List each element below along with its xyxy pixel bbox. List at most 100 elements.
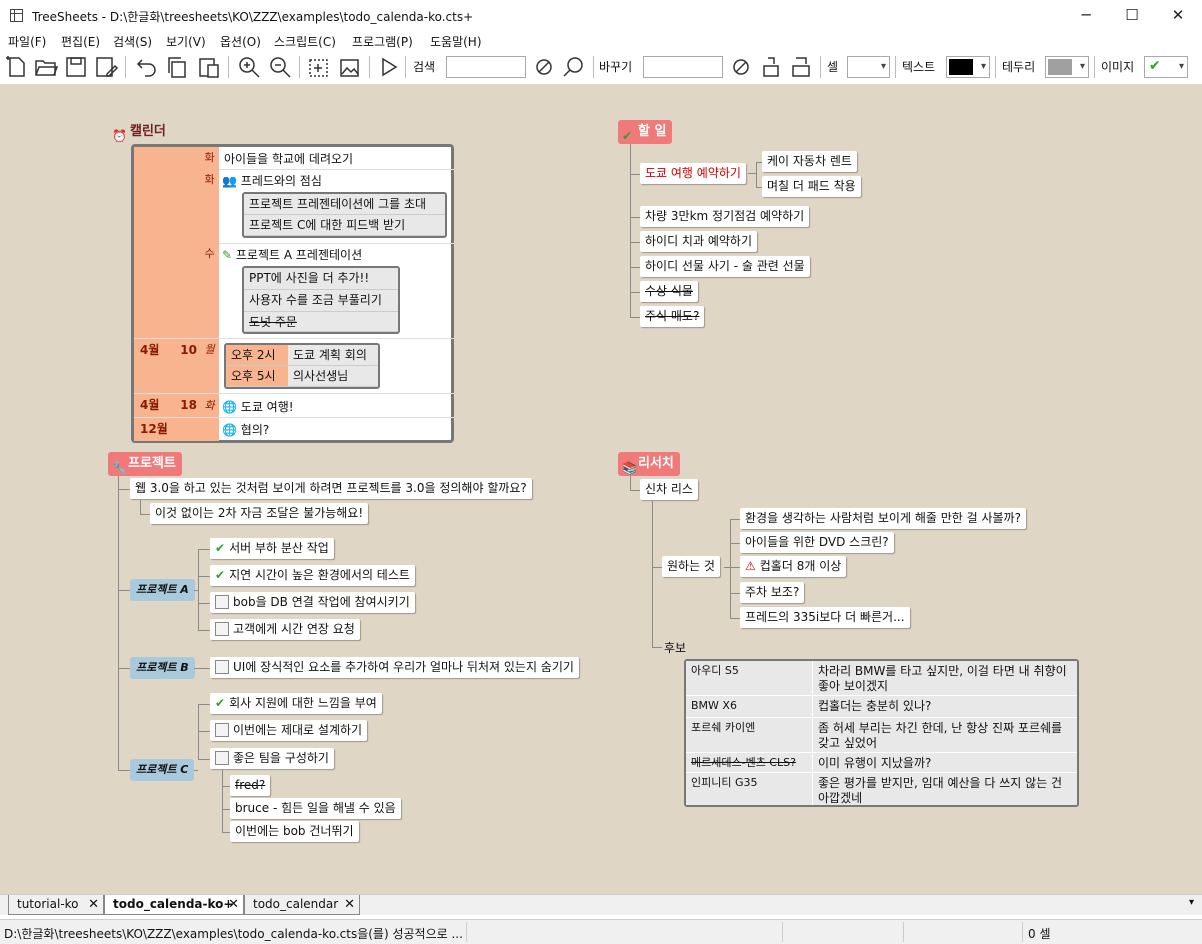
car-note[interactable]: 차라리 BMW를 타고 싶지만, 이걸 타면 내 취향이 좋아 보이겠지 bbox=[813, 661, 1077, 695]
menu-file[interactable]: 파일(F) bbox=[8, 33, 46, 50]
todo-subitem[interactable]: 케이 자동차 렌트 bbox=[762, 151, 857, 172]
todo-subitem[interactable]: 며칠 더 패드 착용 bbox=[762, 176, 861, 197]
menu-help[interactable]: 도움말(H) bbox=[430, 33, 482, 50]
team-candidate[interactable]: 이번에는 bob 건너뛰기 bbox=[230, 821, 359, 842]
search-input[interactable] bbox=[446, 56, 526, 78]
menu-program[interactable]: 프로그램(P) bbox=[352, 33, 413, 50]
candidates-label[interactable]: 후보 bbox=[664, 639, 686, 656]
want-item[interactable]: 주차 보조? bbox=[740, 582, 805, 603]
minimize-button[interactable]: ─ bbox=[1063, 0, 1109, 31]
todo-item[interactable]: 하이디 선물 사기 - 술 관련 선물 bbox=[640, 256, 810, 277]
checkbox-icon[interactable] bbox=[215, 595, 229, 609]
project-c-item[interactable]: 좋은 팀을 구성하기 bbox=[210, 748, 334, 769]
close-tab-icon[interactable]: ✕ bbox=[344, 895, 355, 914]
maximize-button[interactable]: ☐ bbox=[1109, 0, 1155, 31]
todo-item[interactable]: 차량 3만km 정기점검 예약하기 bbox=[640, 206, 810, 227]
paste-icon[interactable] bbox=[196, 54, 222, 80]
tab-list-chevron-icon[interactable]: ▾ bbox=[1189, 897, 1194, 908]
zoom-out-icon[interactable] bbox=[267, 54, 293, 80]
tab-todo-calendar[interactable]: todo_calendar ✕ bbox=[244, 895, 360, 915]
project-c-item[interactable]: ✔ 회사 지원에 대한 느낌을 부여 bbox=[210, 693, 382, 714]
team-candidate[interactable]: bruce - 힘든 일을 해낼 수 있음 bbox=[230, 798, 401, 819]
research-heading[interactable]: 📚 리서치 bbox=[618, 452, 680, 476]
cal-subitem[interactable]: 도넛 주문 bbox=[244, 312, 398, 332]
project-b-tag[interactable]: 프로젝트 B bbox=[130, 657, 195, 679]
car-candidates-grid[interactable]: 아우디 S5 차라리 BMW를 타고 싶지만, 이걸 타면 내 취향이 좋아 보… bbox=[684, 659, 1079, 807]
todo-item[interactable]: 주식 매도? bbox=[640, 306, 705, 327]
cal-subitem[interactable]: 사용자 수를 조금 부풀리기 bbox=[244, 290, 398, 312]
project-a-item[interactable]: ✔ 지연 시간이 높은 환경에서의 테스트 bbox=[210, 565, 415, 586]
wants-label[interactable]: 원하는 것 bbox=[662, 556, 720, 577]
checkbox-icon[interactable] bbox=[215, 660, 229, 674]
menu-search[interactable]: 검색(S) bbox=[113, 33, 152, 50]
replace-icon[interactable] bbox=[758, 54, 784, 80]
cal-entry[interactable]: 아이들을 학교에 데려오기 bbox=[224, 150, 353, 167]
zoom-in-icon[interactable] bbox=[236, 54, 262, 80]
want-item[interactable]: 환경을 생각하는 사람처럼 보이게 해줄 만한 걸 사볼까? bbox=[740, 508, 1026, 529]
new-file-icon[interactable] bbox=[3, 54, 29, 80]
image-dropdown[interactable]: ✔ ▾ bbox=[1144, 56, 1188, 78]
replace-all-icon[interactable] bbox=[788, 54, 814, 80]
border-color-dropdown[interactable]: ▾ bbox=[1045, 56, 1089, 78]
todo-item[interactable]: 수상 식물 bbox=[640, 281, 698, 302]
cal-time-grid[interactable]: 오후 2시 도쿄 계획 회의 오후 5시 의사선생님 bbox=[224, 343, 380, 389]
project-c-item[interactable]: 이번에는 제대로 설계하기 bbox=[210, 720, 368, 741]
checkbox-icon[interactable] bbox=[215, 723, 229, 737]
menu-options[interactable]: 옵션(O) bbox=[220, 33, 261, 50]
car-note[interactable]: 이미 유행이 지났을까? bbox=[813, 753, 1077, 772]
project-c-tag[interactable]: 프로젝트 C bbox=[130, 759, 195, 781]
text-color-dropdown[interactable]: ▾ bbox=[946, 56, 990, 78]
project-b-item[interactable]: UI에 장식적인 요소를 추가하여 우리가 얼마나 뒤처져 있는지 숨기기 bbox=[210, 657, 579, 678]
open-folder-icon[interactable] bbox=[33, 54, 59, 80]
car-name[interactable]: 메르세데스-벤츠 CLS? bbox=[686, 753, 812, 772]
run-icon[interactable] bbox=[376, 54, 402, 80]
tab-todo-calenda-ko[interactable]: todo_calenda-ko+ ✕ bbox=[104, 895, 244, 915]
cal-entry[interactable]: 🌐 도쿄 여행! bbox=[222, 398, 294, 415]
projects-heading[interactable]: 🔧 프로젝트 bbox=[108, 452, 182, 476]
project-a-tag[interactable]: 프로젝트 A bbox=[130, 579, 195, 601]
want-item[interactable]: ⚠ 컵홀더 8개 이상 bbox=[740, 556, 847, 577]
project-a-item[interactable]: 고객에게 시간 연장 요청 bbox=[210, 619, 360, 640]
car-name[interactable]: 아우디 S5 bbox=[686, 661, 812, 695]
car-name[interactable]: 포르쉐 카이엔 bbox=[686, 718, 812, 752]
cell-color-dropdown[interactable]: ▾ bbox=[847, 56, 890, 78]
cal-entry[interactable]: 👥 프레드와의 점심 bbox=[222, 172, 322, 189]
search-clear-icon[interactable] bbox=[531, 54, 557, 80]
copy-icon[interactable] bbox=[164, 54, 190, 80]
todo-heading[interactable]: ✔ 할 일 bbox=[618, 120, 673, 144]
tab-tutorial-ko[interactable]: tutorial-ko ✕ bbox=[8, 895, 104, 915]
project-a-item[interactable]: ✔ 서버 부하 분산 작업 bbox=[210, 538, 334, 559]
menu-edit[interactable]: 편집(E) bbox=[61, 33, 100, 50]
cal-subitem[interactable]: 프로젝트 C에 대한 피드백 받기 bbox=[244, 215, 445, 236]
cal-entry[interactable]: ✎ 프로젝트 A 프레젠테이션 bbox=[222, 246, 362, 263]
close-button[interactable]: ✕ bbox=[1155, 0, 1201, 31]
todo-item[interactable]: 도쿄 여행 예약하기 bbox=[640, 163, 746, 184]
replace-input[interactable] bbox=[643, 56, 723, 78]
want-item[interactable]: 프레드의 335i보다 더 빠른거... bbox=[740, 607, 910, 628]
menu-view[interactable]: 보기(V) bbox=[166, 33, 206, 50]
car-note[interactable]: 컵홀더는 충분히 있나? bbox=[813, 696, 1077, 717]
calendar-grid[interactable]: 화 화 수 아이들을 학교에 데려오기 👥 프레드와의 점심 프로젝트 프레젠테… bbox=[131, 144, 454, 443]
todo-item[interactable]: 하이디 치과 예약하기 bbox=[640, 231, 757, 252]
calendar-heading[interactable]: ⏰ 캘린더 bbox=[108, 120, 172, 144]
menu-script[interactable]: 스크립트(C) bbox=[274, 33, 336, 50]
research-item[interactable]: 신차 리스 bbox=[640, 479, 698, 500]
new-grid-icon[interactable] bbox=[306, 54, 332, 80]
close-tab-icon[interactable]: ✕ bbox=[88, 895, 99, 914]
cal-time[interactable]: 오후 2시 bbox=[226, 345, 288, 366]
checkbox-icon[interactable] bbox=[215, 751, 229, 765]
project-question[interactable]: 웹 3.0을 하고 있는 것처럼 보이게 하려면 프로젝트를 3.0을 정의해야… bbox=[130, 478, 532, 499]
undo-icon[interactable] bbox=[134, 54, 160, 80]
car-note[interactable]: 좀 허세 부리는 차긴 한데, 난 항상 진짜 포르쉐를 갖고 싶었어 bbox=[813, 718, 1077, 752]
cal-subitem[interactable]: 프로젝트 프레젠테이션에 그를 초대 bbox=[244, 194, 445, 215]
project-note[interactable]: 이것 없이는 2차 자금 조달은 불가능해요! bbox=[150, 503, 369, 524]
cal-subgrid[interactable]: 프로젝트 프레젠테이션에 그를 초대 프로젝트 C에 대한 피드백 받기 bbox=[242, 192, 447, 238]
want-item[interactable]: 아이들을 위한 DVD 스크린? bbox=[740, 532, 894, 553]
replace-clear-icon[interactable] bbox=[728, 54, 754, 80]
cal-subgrid[interactable]: PPT에 사진을 더 추가!! 사용자 수를 조금 부풀리기 도넛 주문 bbox=[242, 266, 400, 334]
search-icon[interactable] bbox=[561, 54, 587, 80]
cal-subitem[interactable]: PPT에 사진을 더 추가!! bbox=[244, 268, 398, 290]
image-icon[interactable] bbox=[337, 54, 363, 80]
cal-event[interactable]: 도쿄 계획 회의 bbox=[288, 345, 378, 366]
cal-entry[interactable]: 🌐 협의? bbox=[222, 421, 269, 438]
